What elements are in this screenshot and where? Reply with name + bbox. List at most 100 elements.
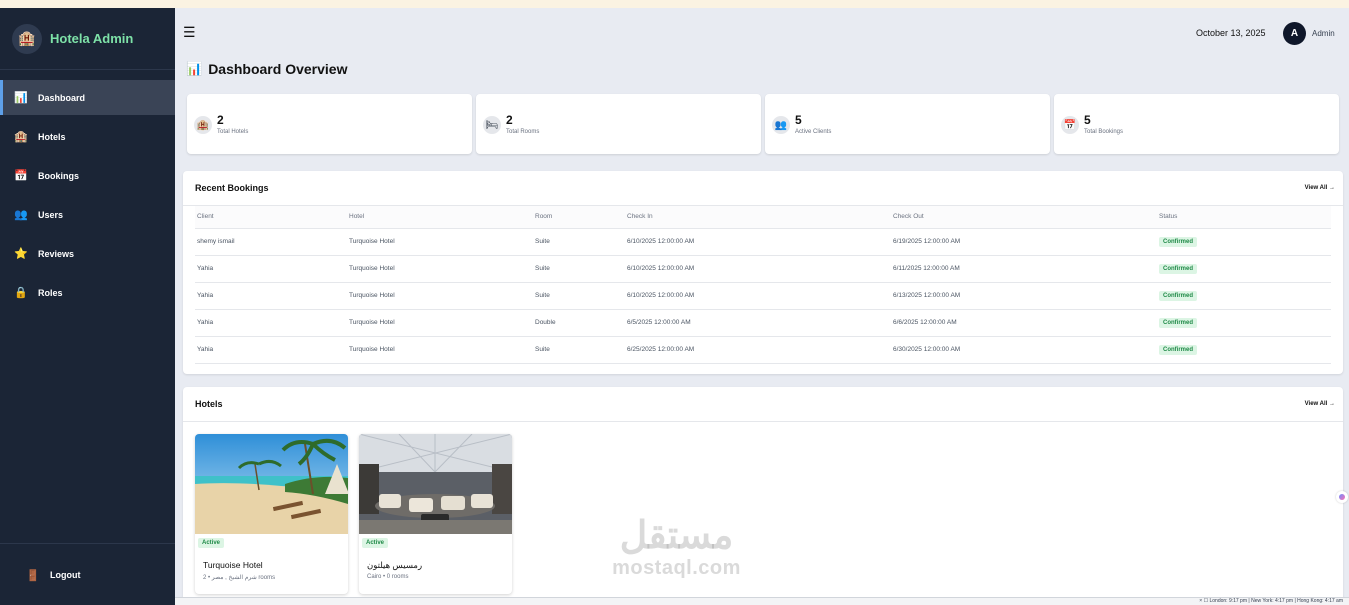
hamburger-menu-icon[interactable]: ☰ bbox=[183, 24, 196, 41]
hotel-card-ramses-hilton[interactable]: Active رمسيس هيلتون Cairo • 0 rooms bbox=[359, 434, 512, 594]
status-badge: Active bbox=[198, 538, 225, 548]
hotel-icon: 🏨 bbox=[14, 131, 28, 143]
stat-value: 2 bbox=[217, 113, 224, 127]
sidebar-item-hotels[interactable]: 🏨 Hotels bbox=[0, 119, 175, 154]
hotel-icon: 🏨 bbox=[12, 23, 42, 54]
view-all-bookings-link[interactable]: View All → bbox=[1305, 185, 1335, 191]
status-badge: Confirmed bbox=[1159, 290, 1197, 301]
taskbar-clocks: × ☐ London: 9:17 pm | New York: 4:17 pm … bbox=[175, 597, 1349, 605]
sidebar-item-label: Users bbox=[38, 209, 64, 220]
cell-status: Confirmed bbox=[1157, 255, 1331, 283]
cell-client: Yahia bbox=[195, 255, 347, 283]
chart-icon: 📊 bbox=[14, 92, 28, 104]
recent-bookings-card: Recent Bookings View All → Client Hotel … bbox=[183, 171, 1343, 374]
cell-check-out: 6/13/2025 12:00:00 AM bbox=[891, 282, 1157, 310]
stat-value: 5 bbox=[1084, 113, 1091, 127]
table-row[interactable]: shemy ismail Turquoise Hotel Suite 6/10/… bbox=[195, 228, 1331, 256]
cell-client: Yahia bbox=[195, 336, 347, 364]
logout-label: Logout bbox=[50, 570, 81, 580]
status-badge: Confirmed bbox=[1159, 236, 1197, 247]
current-date: October 13, 2025 bbox=[1196, 28, 1266, 38]
stat-card-active-clients: 👥 5 Active Clients bbox=[765, 94, 1050, 154]
avatar[interactable]: A bbox=[1283, 22, 1306, 45]
cell-check-in: 6/5/2025 12:00:00 AM bbox=[625, 309, 891, 337]
sidebar-item-users[interactable]: 👥 Users bbox=[0, 197, 175, 232]
cell-status: Confirmed bbox=[1157, 336, 1331, 364]
card-title: Recent Bookings bbox=[195, 183, 269, 193]
stat-label: Active Clients bbox=[795, 129, 832, 135]
page-title-text: Dashboard Overview bbox=[208, 61, 348, 77]
users-icon: 👥 bbox=[772, 116, 790, 134]
page-title: 📊 Dashboard Overview bbox=[186, 61, 347, 77]
hotel-photo-beach bbox=[195, 434, 348, 534]
logout-button[interactable]: 🚪 Logout bbox=[0, 544, 175, 605]
sidebar-item-label: Roles bbox=[38, 287, 63, 298]
hotel-name: Turquoise Hotel bbox=[203, 560, 263, 570]
cell-client: Yahia bbox=[195, 282, 347, 310]
user-name[interactable]: Admin bbox=[1312, 29, 1335, 38]
table-row[interactable]: Yahia Turquoise Hotel Suite 6/10/2025 12… bbox=[195, 255, 1331, 283]
column-header-check-out[interactable]: Check Out bbox=[891, 206, 1157, 229]
column-header-client[interactable]: Client bbox=[195, 206, 347, 229]
column-header-check-in[interactable]: Check In bbox=[625, 206, 891, 229]
hotel-name: رمسيس هيلتون bbox=[367, 560, 423, 570]
floating-assistant-icon[interactable] bbox=[1336, 491, 1348, 503]
stat-value: 2 bbox=[506, 113, 513, 127]
sidebar-item-bookings[interactable]: 📅 Bookings bbox=[0, 158, 175, 193]
stat-card-total-hotels: 🏨 2 Total Hotels bbox=[187, 94, 472, 154]
top-strip bbox=[0, 0, 1349, 8]
table-row[interactable]: Yahia Turquoise Hotel Suite 6/10/2025 12… bbox=[195, 282, 1331, 310]
hotel-photo-lobby bbox=[359, 434, 512, 534]
sidebar-item-roles[interactable]: 🔒 Roles bbox=[0, 275, 175, 310]
cell-status: Confirmed bbox=[1157, 228, 1331, 256]
cell-hotel: Turquoise Hotel bbox=[347, 282, 533, 310]
status-badge: Confirmed bbox=[1159, 263, 1197, 274]
cell-status: Confirmed bbox=[1157, 309, 1331, 337]
brand[interactable]: 🏨 Hotela Admin bbox=[0, 8, 175, 70]
cell-client: Yahia bbox=[195, 309, 347, 337]
calendar-icon: 📅 bbox=[14, 170, 28, 182]
stat-label: Total Bookings bbox=[1084, 129, 1124, 135]
sidebar-item-label: Bookings bbox=[38, 170, 80, 181]
sidebar-item-dashboard[interactable]: 📊 Dashboard bbox=[0, 80, 175, 115]
cell-client: shemy ismail bbox=[195, 228, 347, 256]
watermark-latin: mostaql.com bbox=[612, 557, 741, 579]
cell-check-out: 6/30/2025 12:00:00 AM bbox=[891, 336, 1157, 364]
hotel-icon: 🏨 bbox=[194, 116, 212, 134]
cell-room: Suite bbox=[533, 228, 625, 256]
cell-room: Suite bbox=[533, 282, 625, 310]
status-badge: Confirmed bbox=[1159, 344, 1197, 355]
table-row[interactable]: Yahia Turquoise Hotel Double 6/5/2025 12… bbox=[195, 309, 1331, 337]
watermark: مستقل mostaql.com bbox=[594, 515, 759, 579]
cell-hotel: Turquoise Hotel bbox=[347, 255, 533, 283]
star-icon: ⭐ bbox=[14, 248, 28, 260]
calendar-icon: 📅 bbox=[1061, 116, 1079, 134]
column-header-hotel[interactable]: Hotel bbox=[347, 206, 533, 229]
hotel-meta: شرم الشيخ , مصر • 2 rooms bbox=[203, 575, 276, 581]
cell-check-out: 6/19/2025 12:00:00 AM bbox=[891, 228, 1157, 256]
column-header-room[interactable]: Room bbox=[533, 206, 625, 229]
view-all-hotels-link[interactable]: View All → bbox=[1305, 401, 1335, 407]
bookings-table: Client Hotel Room Check In Check Out Sta… bbox=[195, 206, 1331, 364]
sidebar: 🏨 Hotela Admin 📊 Dashboard 🏨 Hotels 📅 Bo… bbox=[0, 8, 175, 605]
sidebar-footer: 🚪 Logout bbox=[0, 543, 175, 605]
status-badge: Confirmed bbox=[1159, 317, 1197, 328]
cell-hotel: Turquoise Hotel bbox=[347, 309, 533, 337]
cell-check-in: 6/10/2025 12:00:00 AM bbox=[625, 228, 891, 256]
table-header-row: Client Hotel Room Check In Check Out Sta… bbox=[195, 206, 1331, 229]
status-badge: Active bbox=[362, 538, 389, 548]
hotel-meta: Cairo • 0 rooms bbox=[367, 574, 409, 580]
column-header-status[interactable]: Status bbox=[1157, 206, 1331, 229]
sidebar-item-label: Hotels bbox=[38, 131, 66, 142]
hotels-card: Hotels View All → Active Turquoise Hotel… bbox=[183, 387, 1343, 605]
users-icon: 👥 bbox=[14, 209, 28, 221]
sidebar-item-reviews[interactable]: ⭐ Reviews bbox=[0, 236, 175, 271]
sidebar-item-label: Dashboard bbox=[38, 92, 86, 103]
table-row[interactable]: Yahia Turquoise Hotel Suite 6/25/2025 12… bbox=[195, 336, 1331, 364]
cell-check-in: 6/10/2025 12:00:00 AM bbox=[625, 255, 891, 283]
cell-hotel: Turquoise Hotel bbox=[347, 336, 533, 364]
sidebar-nav: 📊 Dashboard 🏨 Hotels 📅 Bookings 👥 Users … bbox=[0, 80, 175, 310]
cell-check-out: 6/6/2025 12:00:00 AM bbox=[891, 309, 1157, 337]
brand-name: Hotela Admin bbox=[50, 31, 134, 46]
hotel-card-turquoise[interactable]: Active Turquoise Hotel شرم الشيخ , مصر •… bbox=[195, 434, 348, 594]
